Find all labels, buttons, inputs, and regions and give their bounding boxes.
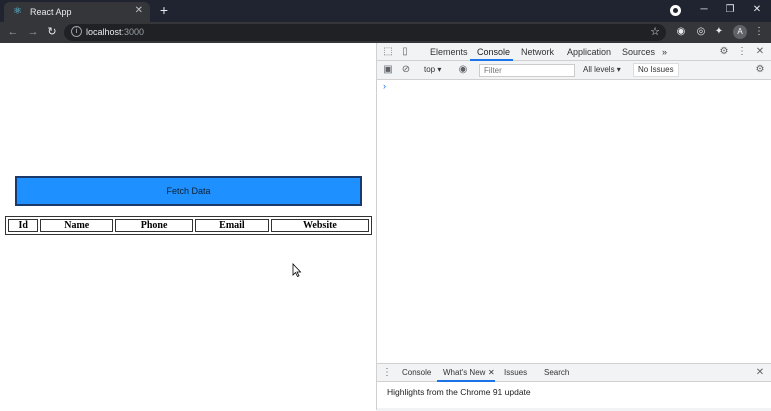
page-viewport: Fetch Data Id Name Phone Email Website [0,43,376,410]
react-icon: ⚛ [13,6,22,17]
devtools-panel: ⬚ ▯ Elements Console Network Application… [376,43,771,411]
browser-tab[interactable]: ⚛ React App ✕ [4,2,150,22]
forward-icon[interactable]: → [26,25,40,39]
tab-sources[interactable]: Sources [622,47,655,57]
console-toolbar: ▣ ⊘ top ▾ ◉ All levels ▾ No Issues ⚙ [377,61,771,80]
extension-icon[interactable]: ◉ [674,25,688,39]
drawer-tab-bar: ⋮ Console What's New ✕ Issues Search ✕ [377,364,771,382]
console-prompt[interactable]: › [383,81,386,91]
eye-icon[interactable]: ◉ [457,64,469,76]
filter-input[interactable] [479,64,575,77]
puzzle-icon[interactable]: ✦ [712,25,726,39]
drawer-tab-issues[interactable]: Issues [504,368,527,377]
log-levels-select[interactable]: All levels ▾ [583,65,621,74]
header-name: Name [40,219,114,232]
close-drawer-icon[interactable]: ✕ [754,367,766,379]
fetch-data-button[interactable]: Fetch Data [15,176,362,206]
address-bar[interactable]: i localhost:3000 ☆ [64,24,666,41]
title-bar: ⚛ React App ✕ + ─ ❐ ✕ [0,0,771,22]
close-drawer-tab-icon[interactable]: ✕ [488,368,495,377]
devtools-drawer: ⋮ Console What's New ✕ Issues Search ✕ H… [377,363,771,411]
drawer-active-tab-indicator [437,380,495,382]
avatar[interactable]: A [733,25,747,39]
drawer-menu-icon[interactable]: ⋮ [381,367,393,379]
device-toolbar-icon[interactable]: ▯ [399,46,411,58]
close-window-icon[interactable]: ✕ [749,3,765,17]
inspect-icon[interactable]: ⬚ [382,46,394,58]
data-table: Id Name Phone Email Website [5,216,372,235]
new-tab-button[interactable]: + [156,2,172,18]
console-settings-gear-icon[interactable]: ⚙ [754,64,766,76]
header-email: Email [195,219,269,232]
more-tabs-icon[interactable]: » [662,47,667,57]
reload-icon[interactable]: ↻ [45,25,59,39]
back-icon[interactable]: ← [6,25,20,39]
settings-gear-icon[interactable]: ⚙ [718,46,730,58]
tab-elements[interactable]: Elements [430,47,468,57]
table-header-row: Id Name Phone Email Website [8,219,369,232]
mouse-cursor-icon [292,263,302,277]
drawer-tab-console[interactable]: Console [402,368,431,377]
tab-console[interactable]: Console [477,47,510,57]
browser-toolbar: ← → ↻ i localhost:3000 ☆ ◉ ◎ ✦ ⋮ [0,22,771,43]
recording-icon[interactable] [670,5,681,16]
restore-icon[interactable]: ❐ [722,3,738,17]
close-devtools-icon[interactable]: ✕ [754,46,766,58]
tab-application[interactable]: Application [567,47,611,57]
whats-new-headline: Highlights from the Chrome 91 update [387,387,531,397]
info-icon[interactable]: i [71,26,82,37]
kebab-menu-icon[interactable]: ⋮ [736,46,748,58]
header-website: Website [270,219,369,232]
header-phone: Phone [115,219,194,232]
url-text: localhost:3000 [86,27,145,37]
devtools-tab-bar: ⬚ ▯ Elements Console Network Application… [377,43,771,61]
tab-network[interactable]: Network [521,47,554,57]
context-select[interactable]: top ▾ [424,65,441,74]
issues-badge[interactable]: No Issues [633,63,679,77]
kebab-menu-icon[interactable]: ⋮ [752,25,766,39]
extension-icon[interactable]: ◎ [694,25,708,39]
bookmark-star-icon[interactable]: ☆ [650,25,660,38]
sidebar-toggle-icon[interactable]: ▣ [382,64,394,76]
tab-title: React App [30,7,72,17]
minimize-icon[interactable]: ─ [696,3,712,17]
drawer-tab-search[interactable]: Search [544,368,569,377]
drawer-tab-whats-new[interactable]: What's New [443,368,485,377]
close-tab-icon[interactable]: ✕ [135,5,143,16]
clear-console-icon[interactable]: ⊘ [400,64,412,76]
header-id: Id [8,219,39,232]
